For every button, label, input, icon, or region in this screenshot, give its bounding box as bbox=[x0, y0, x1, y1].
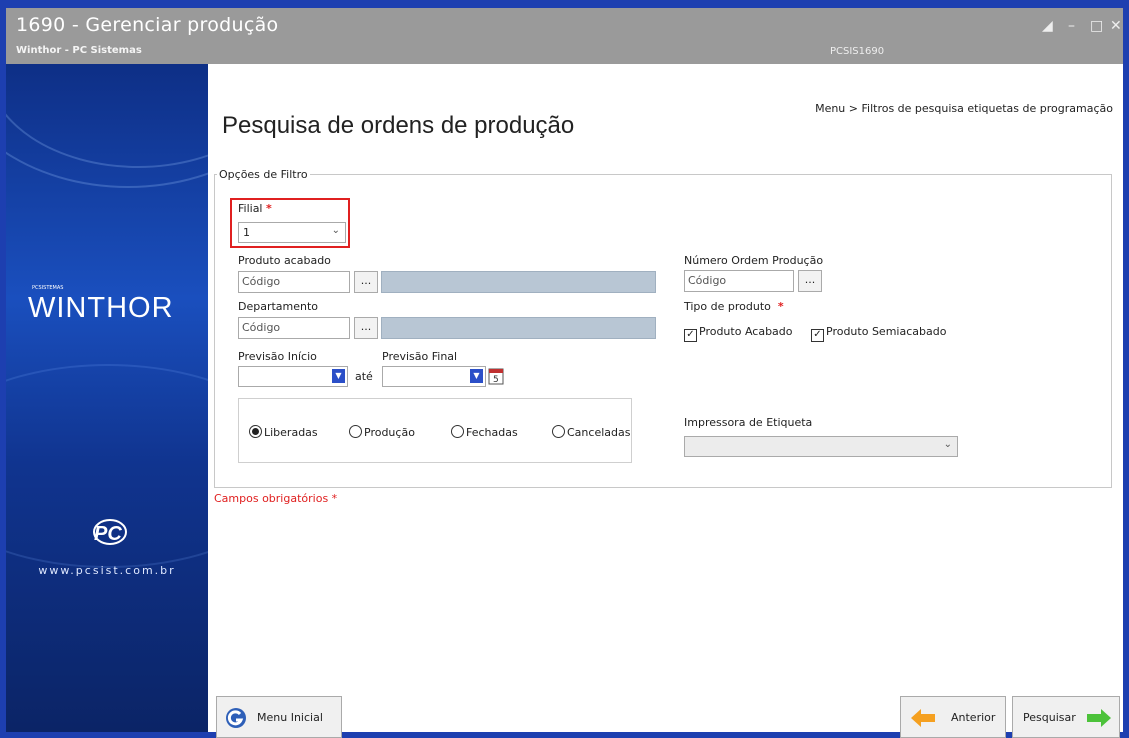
tipo-produto-label: Tipo de produto * bbox=[684, 300, 784, 313]
breadcrumb: Menu > Filtros de pesquisa etiquetas de … bbox=[815, 102, 1113, 115]
calendar-icon[interactable]: 5 bbox=[488, 367, 504, 385]
arrow-right-icon bbox=[1087, 709, 1111, 727]
pc-logo-icon: PC bbox=[93, 519, 127, 545]
produto-acabado-description bbox=[381, 271, 656, 293]
minimize-icon[interactable]: – bbox=[1068, 18, 1075, 34]
program-code: PCSIS1690 bbox=[830, 46, 885, 57]
svg-text:PC: PC bbox=[94, 523, 122, 545]
required-asterisk-icon: * bbox=[777, 300, 784, 313]
radio-canceladas[interactable]: Canceladas bbox=[552, 425, 630, 439]
maximize-icon[interactable]: □ bbox=[1090, 18, 1103, 34]
filial-label: Filial * bbox=[238, 202, 272, 215]
departamento-description bbox=[381, 317, 656, 339]
date-dropdown-icon[interactable]: ▼ bbox=[470, 369, 483, 383]
radio-empty-icon bbox=[451, 425, 464, 438]
departamento-input[interactable]: Código bbox=[238, 317, 350, 339]
radio-empty-icon bbox=[552, 425, 565, 438]
window-subtitle: Winthor - PC Sistemas bbox=[16, 45, 142, 56]
checkbox-produto-acabado[interactable]: ✓ Produto Acabado bbox=[684, 325, 793, 342]
produto-acabado-input[interactable]: Código bbox=[238, 271, 350, 293]
sidebar-branding: PCSISTEMAS WINTHOR PC www.pcsist.com.br bbox=[6, 64, 208, 732]
chevron-down-icon: ⌄ bbox=[331, 225, 340, 236]
radio-fechadas[interactable]: Fechadas bbox=[451, 425, 518, 439]
window-title: 1690 - Gerenciar produção bbox=[16, 14, 279, 36]
radio-producao[interactable]: Produção bbox=[349, 425, 415, 439]
required-fields-note: Campos obrigatórios * bbox=[214, 492, 338, 505]
previsao-inicio-label: Previsão Início bbox=[238, 350, 317, 363]
numero-ordem-input[interactable]: Código bbox=[684, 270, 794, 292]
departamento-label: Departamento bbox=[238, 300, 319, 313]
numero-ordem-search-button[interactable]: ... bbox=[798, 270, 822, 292]
app-window: 1690 - Gerenciar produção Winthor - PC S… bbox=[0, 0, 1129, 738]
main-content: Menu > Filtros de pesquisa etiquetas de … bbox=[208, 64, 1123, 738]
brand-small: PCSISTEMAS bbox=[32, 285, 64, 291]
produto-acabado-search-button[interactable]: ... bbox=[354, 271, 378, 293]
produto-acabado-label: Produto acabado bbox=[238, 254, 331, 267]
required-asterisk-icon: * bbox=[266, 202, 272, 215]
previsao-inicio-input[interactable]: ▼ bbox=[238, 366, 348, 387]
numero-ordem-label: Número Ordem Produção bbox=[684, 254, 824, 267]
anterior-button[interactable]: Anterior bbox=[900, 696, 1006, 738]
svg-text:5: 5 bbox=[493, 375, 499, 385]
home-g-icon bbox=[226, 708, 246, 728]
radio-selected-icon bbox=[249, 425, 262, 438]
site-url: www.pcsist.com.br bbox=[38, 564, 176, 577]
radio-liberadas[interactable]: Liberadas bbox=[249, 425, 318, 439]
impressora-label: Impressora de Etiqueta bbox=[684, 416, 813, 429]
previsao-final-label: Previsão Final bbox=[382, 350, 458, 363]
checkmark-icon: ✓ bbox=[811, 329, 824, 342]
previsao-final-input[interactable]: ▼ bbox=[382, 366, 486, 387]
winthor-logo: WINTHOR bbox=[28, 292, 174, 324]
radio-empty-icon bbox=[349, 425, 362, 438]
chevron-down-icon: ⌄ bbox=[943, 439, 952, 450]
filter-options-legend: Opções de Filtro bbox=[219, 168, 308, 181]
close-icon[interactable]: ✕ bbox=[1110, 18, 1122, 34]
title-bar: 1690 - Gerenciar produção Winthor - PC S… bbox=[6, 8, 1123, 64]
menu-inicial-button[interactable]: Menu Inicial bbox=[216, 696, 342, 738]
ate-label: até bbox=[355, 370, 373, 383]
status-radio-group: Liberadas Produção Fechadas Canceladas bbox=[238, 398, 632, 463]
impressora-select[interactable]: ⌄ bbox=[684, 436, 958, 457]
pesquisar-button[interactable]: Pesquisar bbox=[1012, 696, 1120, 738]
page-title: Pesquisa de ordens de produção bbox=[222, 112, 575, 139]
checkmark-icon: ✓ bbox=[684, 329, 697, 342]
filial-select[interactable]: 1 ⌄ bbox=[238, 222, 346, 243]
departamento-search-button[interactable]: ... bbox=[354, 317, 378, 339]
restore-icon[interactable]: ◢ bbox=[1042, 18, 1053, 34]
arrow-left-icon bbox=[911, 709, 935, 727]
date-dropdown-icon[interactable]: ▼ bbox=[332, 369, 345, 383]
checkbox-produto-semiacabado[interactable]: ✓ Produto Semiacabado bbox=[811, 325, 946, 342]
